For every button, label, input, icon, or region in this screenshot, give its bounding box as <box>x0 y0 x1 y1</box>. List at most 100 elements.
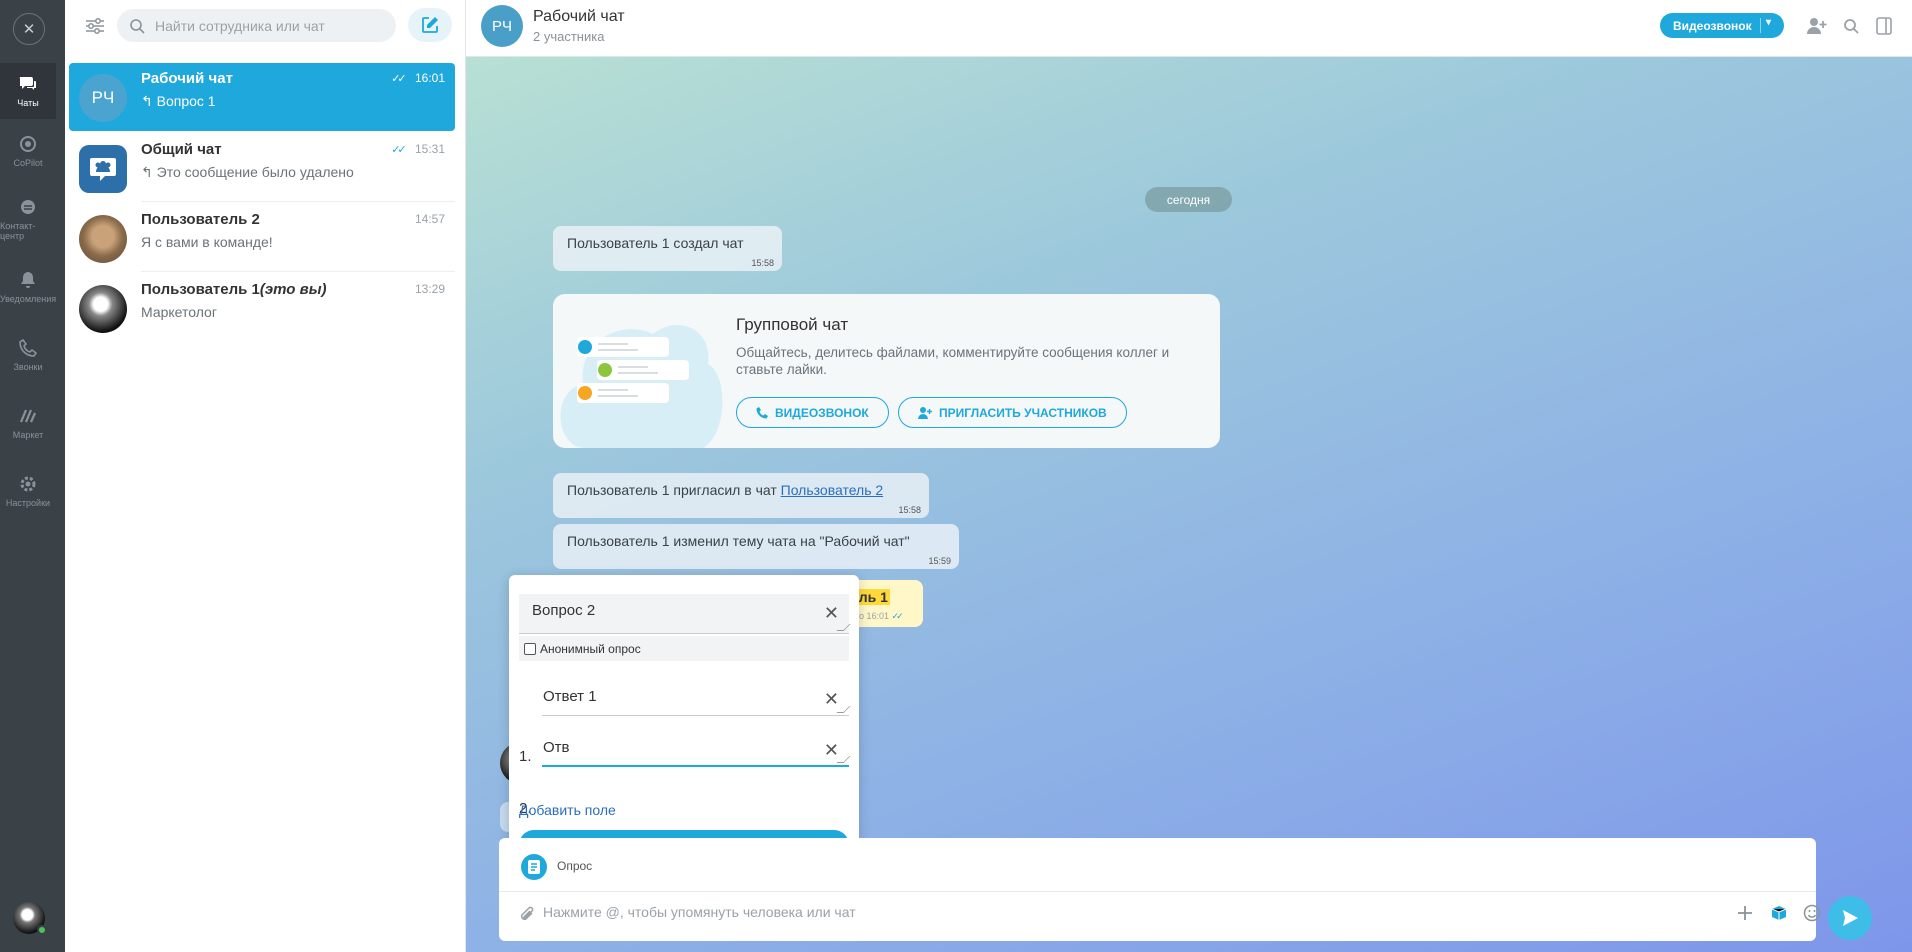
rail-label: Звонки <box>13 362 43 372</box>
video-call-button[interactable]: Видеозвонок ▾ <box>1660 13 1784 38</box>
poll-answer-input[interactable] <box>543 688 803 705</box>
add-field-link[interactable]: Добавить поле <box>519 802 616 818</box>
user-link[interactable]: Пользователь 2 <box>781 482 884 498</box>
send-button[interactable] <box>1828 896 1872 940</box>
rail-item-market[interactable]: Маркет <box>0 395 56 451</box>
search-input[interactable] <box>155 17 385 34</box>
send-icon <box>1843 910 1858 926</box>
anonymous-poll-option[interactable]: Анонимный опрос <box>519 636 849 661</box>
chat-preview-text: Вопрос 1 <box>156 93 216 109</box>
anonymous-checkbox[interactable] <box>524 642 536 655</box>
chat-title[interactable]: Рабочий чат <box>533 8 625 26</box>
rail-item-chats[interactable]: Чаты <box>0 63 56 119</box>
poll-icon[interactable] <box>521 854 547 880</box>
copilot-icon <box>20 136 36 152</box>
chat-time-text: 16:01 <box>414 71 445 85</box>
phone-icon <box>19 338 38 357</box>
rail-item-settings[interactable]: Настройки <box>0 463 56 519</box>
system-message: Пользователь 1 создал чат 15:58 <box>553 226 782 271</box>
message-composer: Опрос <box>499 838 1821 941</box>
rail-item-contact-center[interactable]: Контакт-центр <box>0 191 56 247</box>
rail-label: Уведомления <box>0 294 57 304</box>
video-call-card-button[interactable]: ВИДЕОЗВОНОК <box>736 397 889 428</box>
message-time: 15:59 <box>928 556 951 566</box>
message-time: 15:58 <box>751 258 774 268</box>
answer-number: 1. <box>519 748 532 765</box>
system-message-text: Пользователь 1 изменил тему чата на "Раб… <box>567 533 910 549</box>
contact-center-icon <box>21 200 35 214</box>
rail-item-copilot[interactable]: CoPilot <box>0 123 56 179</box>
double-check-icon: ✓✓ <box>391 143 407 156</box>
poll-attachment-label[interactable]: Опрос <box>557 859 592 873</box>
sidebar-toggle-icon[interactable] <box>1873 15 1895 37</box>
poll-answer-input[interactable] <box>543 739 803 756</box>
add-user-icon[interactable] <box>1806 15 1828 37</box>
chat-name: Общий чат <box>141 141 222 158</box>
chat-time-text: 15:31 <box>414 142 445 156</box>
divider <box>141 201 455 202</box>
new-chat-button[interactable] <box>408 8 452 42</box>
online-status-icon <box>37 925 47 935</box>
chat-time: ✓✓ 16:01 <box>391 71 445 85</box>
chat-time: 14:57 <box>414 212 445 226</box>
chat-subtitle[interactable]: 2 участника <box>533 29 604 44</box>
gear-icon <box>20 476 36 492</box>
group-card-description: Общайтесь, делитесь файлами, комментируй… <box>736 345 1170 377</box>
cat-avatar <box>79 215 127 263</box>
divider <box>1760 18 1761 33</box>
paperclip-icon[interactable] <box>519 905 535 926</box>
double-check-icon: ✓✓ <box>891 611 904 621</box>
chat-name-text: Пользователь 1 <box>141 281 260 298</box>
close-icon[interactable]: ✕ <box>824 740 839 761</box>
chats-icon <box>19 77 36 90</box>
chat-list-item[interactable]: РЧ Рабочий чат ↰ Вопрос 1 ✓✓ 16:01 <box>69 63 455 131</box>
poll-question-input[interactable] <box>532 602 792 619</box>
chat-header-avatar[interactable]: РЧ <box>481 5 523 47</box>
chat-time: 13:29 <box>414 282 445 296</box>
chat-list-item[interactable]: Пользователь 2 Я с вами в команде! 14:57 <box>69 204 455 272</box>
emoji-icon[interactable] <box>1801 902 1823 924</box>
left-rail: ✕ Чаты CoPilot Контакт-центр Уведомления… <box>0 0 65 952</box>
video-call-card-label: ВИДЕОЗВОНОК <box>775 405 869 420</box>
phone-icon <box>756 406 768 418</box>
poll-answer-field: ✕ <box>542 676 851 716</box>
group-card-title: Групповой чат <box>736 315 849 334</box>
resize-handle-icon[interactable] <box>836 624 851 631</box>
close-icon[interactable]: ✕ <box>13 13 45 45</box>
chat-name: Пользователь 2 <box>141 211 260 228</box>
chat-name: Пользователь 1(это вы) <box>141 281 327 298</box>
search-icon[interactable] <box>1840 15 1862 37</box>
message-input[interactable] <box>543 904 1643 920</box>
group-chat-illustration <box>560 325 723 448</box>
market-icon <box>19 409 37 423</box>
rail-label: Контакт-центр <box>0 221 36 241</box>
rail-label: Настройки <box>5 498 51 508</box>
group-chat-card: Групповой чат Общайтесь, делитесь файлам… <box>553 294 1220 448</box>
poll-editor: ✕ Анонимный опрос 1. ✕ 2. ✕ Добавить пол… <box>509 575 859 850</box>
close-icon[interactable]: ✕ <box>824 603 839 624</box>
chevron-down-icon[interactable]: ▾ <box>1766 17 1771 28</box>
double-check-icon: ✓✓ <box>391 72 407 85</box>
user-avatar <box>79 285 127 333</box>
message-area[interactable]: сегодня Пользователь 1 создал чат 15:58 … <box>466 57 1912 952</box>
rail-item-calls[interactable]: Звонки <box>0 327 56 383</box>
chat-time: ✓✓ 15:31 <box>391 142 445 156</box>
rail-label: Маркет <box>12 430 44 440</box>
rail-item-notifications[interactable]: Уведомления <box>0 259 56 315</box>
reply-icon: ↰ <box>141 164 157 180</box>
invite-members-button[interactable]: ПРИГЛАСИТЬ УЧАСТНИКОВ <box>898 397 1127 428</box>
anonymous-label: Анонимный опрос <box>540 641 641 656</box>
filter-icon[interactable] <box>80 13 110 39</box>
chat-header: РЧ Рабочий чат 2 участника Видеозвонок ▾ <box>466 0 1912 57</box>
reply-icon: ↰ <box>141 93 157 109</box>
chat-sidebar: РЧ Рабочий чат ↰ Вопрос 1 ✓✓ 16:01 Общий… <box>65 0 466 952</box>
close-icon[interactable]: ✕ <box>824 689 839 710</box>
chat-main: РЧ Рабочий чат 2 участника Видеозвонок ▾… <box>466 0 1912 952</box>
plus-icon[interactable] <box>1734 902 1756 924</box>
box-icon[interactable] <box>1768 902 1790 924</box>
chat-list-item[interactable]: Общий чат ↰ Это сообщение было удалено ✓… <box>69 134 455 202</box>
poll-question-field: ✕ <box>519 594 851 634</box>
divider <box>141 271 455 272</box>
search-icon <box>130 18 145 34</box>
chat-list-item[interactable]: Пользователь 1(это вы) Маркетолог 13:29 <box>69 274 455 342</box>
